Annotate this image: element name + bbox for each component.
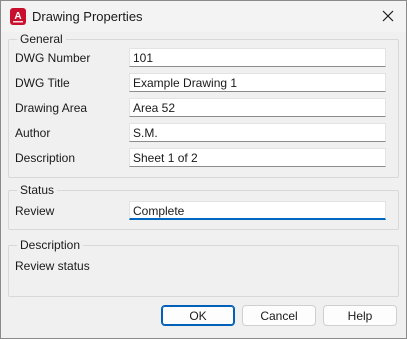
autocad-app-icon: A [10, 8, 26, 25]
drawing-properties-dialog: A Drawing Properties General DWG Number … [0, 0, 407, 339]
review-label: Review [15, 204, 55, 218]
ok-button[interactable]: OK [161, 305, 235, 326]
dwg-title-label: DWG Title [15, 76, 70, 90]
general-group-legend: General [17, 32, 66, 46]
author-label: Author [15, 126, 51, 140]
author-field[interactable]: S.M. [129, 123, 386, 142]
close-icon [382, 10, 394, 22]
window-title: Drawing Properties [32, 9, 143, 24]
description-text: Review status [15, 259, 90, 273]
dwg-title-field[interactable]: Example Drawing 1 [129, 73, 386, 92]
close-button[interactable] [376, 5, 400, 27]
drawing-area-field[interactable]: Area 52 [129, 98, 386, 117]
drawing-area-label: Drawing Area [15, 101, 88, 115]
status-group-legend: Status [17, 183, 58, 197]
review-field[interactable]: Complete [129, 201, 386, 220]
description-group-legend: Description [17, 238, 84, 252]
dwg-number-label: DWG Number [15, 51, 91, 65]
cancel-button[interactable]: Cancel [242, 305, 316, 326]
dwg-number-field[interactable]: 101 [129, 48, 386, 67]
svg-text:A: A [14, 11, 21, 22]
help-button[interactable]: Help [323, 305, 397, 326]
description-label: Description [15, 151, 76, 165]
title-bar: A Drawing Properties [1, 1, 406, 32]
description-field[interactable]: Sheet 1 of 2 [129, 148, 386, 167]
